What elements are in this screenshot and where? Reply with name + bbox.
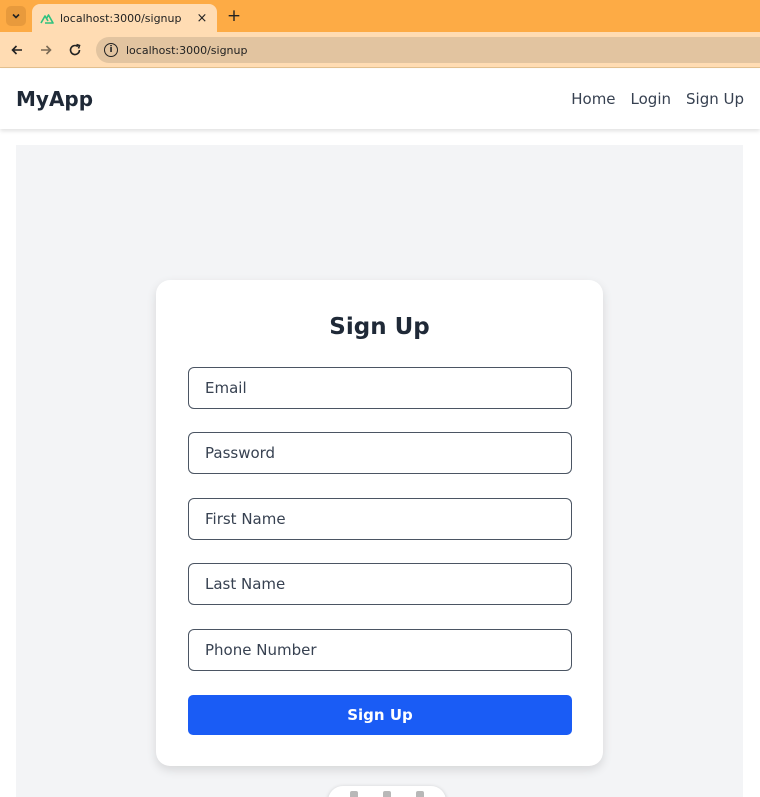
nuxt-logo-icon (40, 12, 54, 24)
info-icon[interactable]: i (104, 43, 118, 57)
main-nav: Home Login Sign Up (571, 90, 744, 108)
devtools-icon (415, 791, 424, 797)
devtools-icon (382, 791, 391, 797)
nav-link-home[interactable]: Home (571, 90, 615, 108)
close-icon[interactable]: × (195, 11, 209, 26)
last-name-field[interactable] (188, 563, 572, 605)
new-tab-button[interactable]: + (224, 6, 244, 26)
devtools-icon (350, 791, 359, 797)
address-bar[interactable]: i localhost:3000/signup (96, 37, 760, 63)
browser-tabstrip: localhost:3000/signup × + (0, 0, 760, 32)
sign-up-button[interactable]: Sign Up (188, 695, 572, 735)
arrow-left-icon[interactable] (7, 40, 27, 60)
browser-toolbar: i localhost:3000/signup (0, 32, 760, 68)
tab-title: localhost:3000/signup (60, 11, 182, 25)
signup-card: Sign Up Sign Up (156, 280, 603, 766)
brand-logo[interactable]: MyApp (16, 87, 93, 111)
password-field[interactable] (188, 432, 572, 474)
chevron-down-icon[interactable] (6, 6, 26, 26)
phone-number-field[interactable] (188, 629, 572, 671)
reload-icon[interactable] (65, 40, 85, 60)
browser-tab[interactable]: localhost:3000/signup × (32, 4, 217, 32)
devtools-pill[interactable] (328, 786, 446, 797)
page-title: Sign Up (329, 314, 430, 340)
app-header: MyApp Home Login Sign Up (0, 69, 760, 129)
nav-link-login[interactable]: Login (631, 90, 671, 108)
arrow-right-icon[interactable] (36, 40, 56, 60)
url-text: localhost:3000/signup (126, 43, 248, 57)
nav-link-signup[interactable]: Sign Up (686, 90, 744, 108)
first-name-field[interactable] (188, 498, 572, 540)
email-field[interactable] (188, 367, 572, 409)
